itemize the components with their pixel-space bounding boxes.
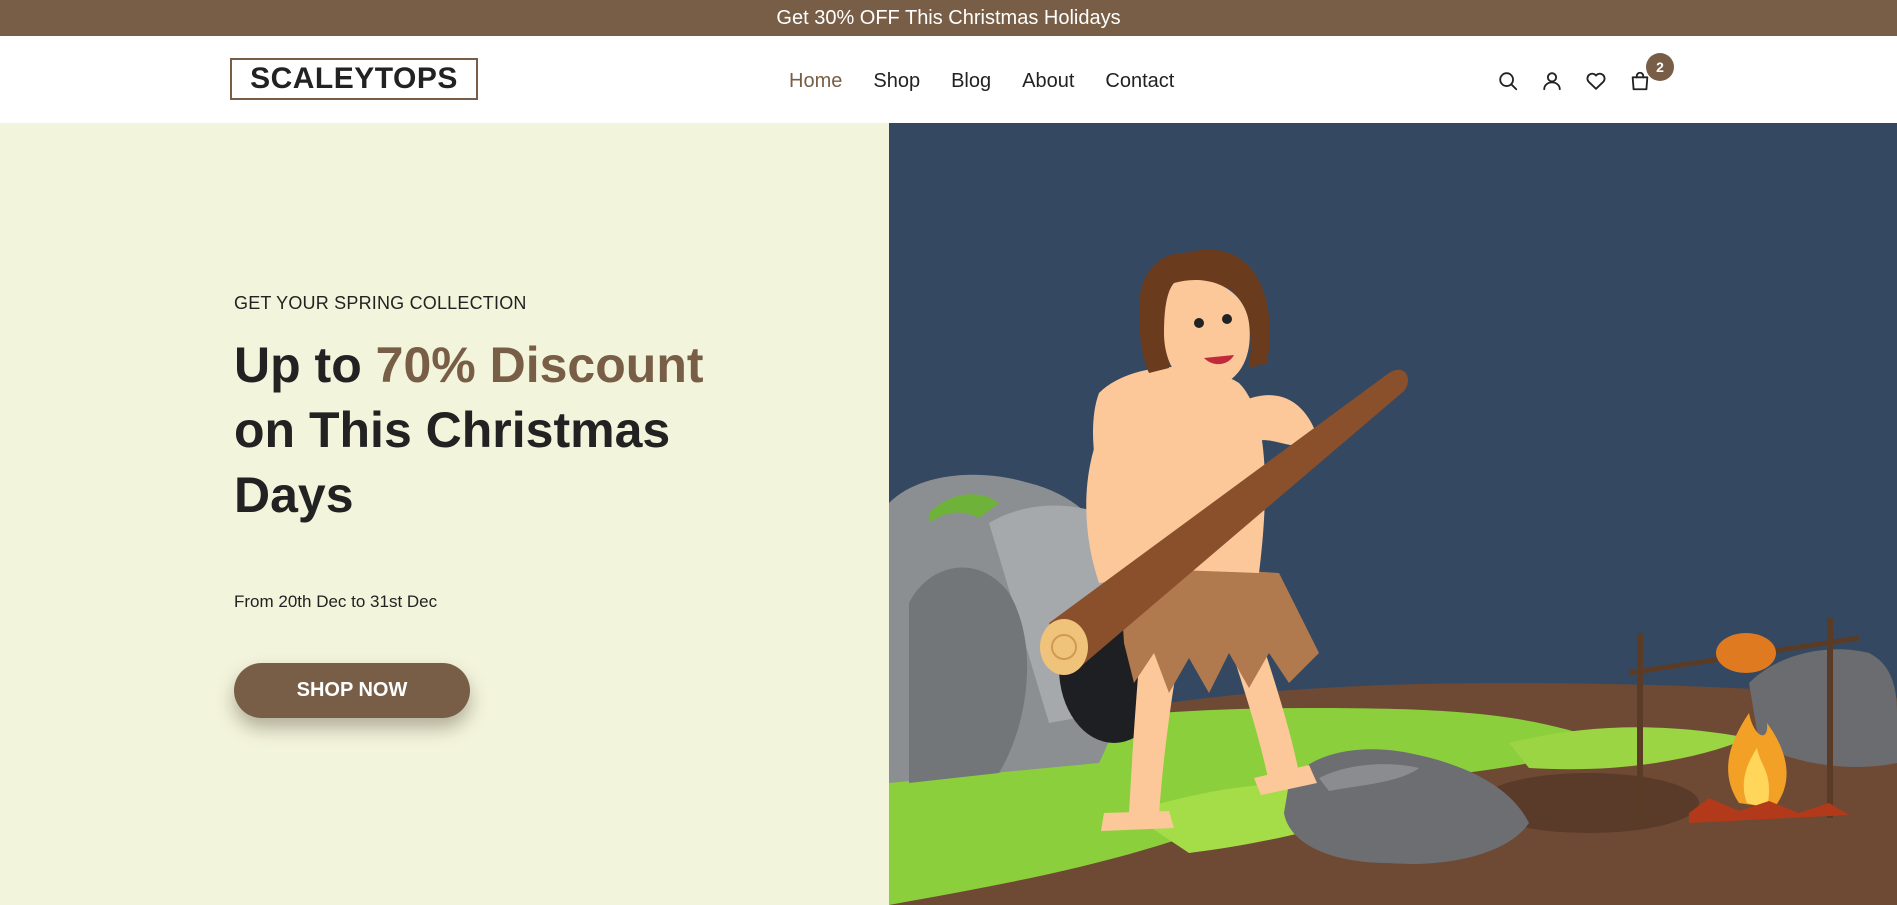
caveman-face bbox=[1164, 279, 1250, 388]
hero-text-panel: GET YOUR SPRING COLLECTION Up to 70% Dis… bbox=[0, 123, 889, 905]
nav-shop[interactable]: Shop bbox=[873, 70, 920, 93]
shopping-bag-icon[interactable]: 2 bbox=[1628, 53, 1674, 93]
shop-now-button[interactable]: SHOP NOW bbox=[234, 663, 470, 718]
main-nav: Home Shop Blog About Contact bbox=[789, 66, 1174, 96]
headline-accent-percent: 70% bbox=[375, 337, 476, 393]
search-icon[interactable] bbox=[1496, 69, 1520, 93]
nav-contact[interactable]: Contact bbox=[1105, 70, 1174, 93]
nav-about[interactable]: About bbox=[1022, 70, 1074, 93]
logo[interactable]: SCALEYTOPS bbox=[230, 58, 478, 100]
hero-illustration bbox=[889, 123, 1897, 905]
nav-home[interactable]: Home bbox=[789, 70, 842, 93]
caveman-foot-left bbox=[1101, 811, 1174, 831]
headline-part1: Up to bbox=[234, 337, 376, 393]
hero-eyebrow: GET YOUR SPRING COLLECTION bbox=[234, 293, 527, 313]
hero-headline: Up to 70% Discount on This Christmas Day… bbox=[234, 333, 714, 528]
site-header: SCALEYTOPS Home Shop Blog About Contact … bbox=[0, 36, 1897, 123]
spit-post-left bbox=[1637, 633, 1643, 823]
heart-icon[interactable] bbox=[1584, 69, 1608, 93]
caveman-illustration bbox=[889, 249, 1897, 905]
promo-text: Get 30% OFF This Christmas Holidays bbox=[776, 6, 1121, 29]
roast-chicken bbox=[1716, 633, 1776, 673]
cart-count-badge: 2 bbox=[1646, 53, 1674, 81]
caveman-eye-left bbox=[1194, 318, 1204, 328]
caveman-eye-right bbox=[1222, 314, 1232, 324]
header-icons: 2 bbox=[1496, 53, 1674, 98]
headline-accent-discount: Discount bbox=[489, 337, 704, 393]
promo-bar: Get 30% OFF This Christmas Holidays bbox=[0, 0, 1897, 36]
club-end bbox=[1040, 619, 1088, 675]
nav-blog[interactable]: Blog bbox=[951, 70, 991, 93]
headline-part2: on This Christmas Days bbox=[234, 402, 671, 523]
user-icon[interactable] bbox=[1540, 69, 1564, 93]
spit-post-right bbox=[1827, 618, 1833, 818]
hero-dates: From 20th Dec to 31st Dec bbox=[234, 592, 438, 611]
cave-rock-front bbox=[909, 567, 1028, 783]
